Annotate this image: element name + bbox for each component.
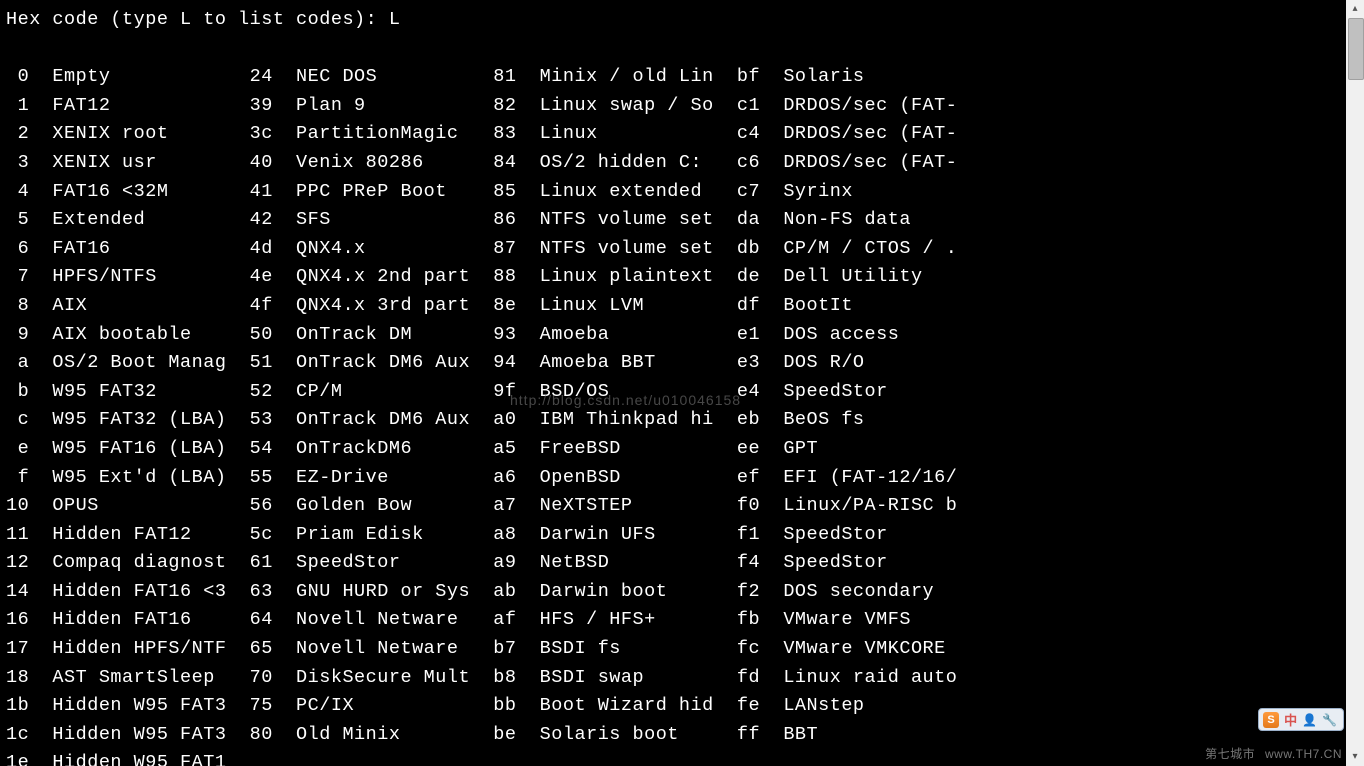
- partition-type-row: 7 HPFS/NTFS 4e QNX4.x 2nd part 88 Linux …: [6, 263, 1360, 292]
- scroll-thumb[interactable]: [1348, 18, 1364, 80]
- partition-type-row: e W95 FAT16 (LBA) 54 OnTrackDM6 a5 FreeB…: [6, 435, 1360, 464]
- scroll-down-button[interactable]: ▾: [1346, 748, 1364, 766]
- sogou-icon: S: [1263, 712, 1279, 728]
- partition-type-row: 2 XENIX root 3c PartitionMagic 83 Linux …: [6, 120, 1360, 149]
- partition-type-row: 14 Hidden FAT16 <3 63 GNU HURD or Sys ab…: [6, 578, 1360, 607]
- partition-type-row: a OS/2 Boot Manag 51 OnTrack DM6 Aux 94 …: [6, 349, 1360, 378]
- partition-type-row: 17 Hidden HPFS/NTF 65 Novell Netware b7 …: [6, 635, 1360, 664]
- partition-type-row: 6 FAT16 4d QNX4.x 87 NTFS volume set db …: [6, 235, 1360, 264]
- prompt-line: Hex code (type L to list codes): L: [6, 6, 1360, 35]
- partition-type-row: 10 OPUS 56 Golden Bow a7 NeXTSTEP f0 Lin…: [6, 492, 1360, 521]
- partition-type-row: 1b Hidden W95 FAT3 75 PC/IX bb Boot Wiza…: [6, 692, 1360, 721]
- ime-badge[interactable]: S 中 👤 🔧: [1258, 708, 1344, 731]
- blank-line: [6, 35, 1360, 64]
- partition-type-row: 8 AIX 4f QNX4.x 3rd part 8e Linux LVM df…: [6, 292, 1360, 321]
- ime-lang-label: 中: [1284, 710, 1297, 729]
- partition-type-row: 1e Hidden W95 FAT1: [6, 749, 1360, 766]
- partition-type-row: 9 AIX bootable 50 OnTrack DM 93 Amoeba e…: [6, 321, 1360, 350]
- footer-watermark: 第七城市 www.TH7.CN: [1205, 745, 1342, 762]
- partition-type-row: 1c Hidden W95 FAT3 80 Old Minix be Solar…: [6, 721, 1360, 750]
- scrollbar[interactable]: ▴ ▾: [1346, 0, 1364, 766]
- wrench-icon: 🔧: [1322, 713, 1337, 727]
- watermark-cn: 第七城市: [1205, 747, 1255, 761]
- terminal-output[interactable]: Hex code (type L to list codes): L 0 Emp…: [0, 0, 1364, 766]
- partition-type-row: b W95 FAT32 52 CP/M 9f BSD/OS e4 SpeedSt…: [6, 378, 1360, 407]
- scroll-up-button[interactable]: ▴: [1346, 0, 1364, 18]
- partition-type-row: c W95 FAT32 (LBA) 53 OnTrack DM6 Aux a0 …: [6, 406, 1360, 435]
- watermark-en: www.TH7.CN: [1265, 747, 1342, 761]
- partition-type-row: 0 Empty 24 NEC DOS 81 Minix / old Lin bf…: [6, 63, 1360, 92]
- partition-type-row: 5 Extended 42 SFS 86 NTFS volume set da …: [6, 206, 1360, 235]
- partition-type-row: 4 FAT16 <32M 41 PPC PReP Boot 85 Linux e…: [6, 178, 1360, 207]
- partition-type-row: f W95 Ext'd (LBA) 55 EZ-Drive a6 OpenBSD…: [6, 464, 1360, 493]
- partition-type-row: 11 Hidden FAT12 5c Priam Edisk a8 Darwin…: [6, 521, 1360, 550]
- partition-type-row: 1 FAT12 39 Plan 9 82 Linux swap / So c1 …: [6, 92, 1360, 121]
- partition-type-row: 18 AST SmartSleep 70 DiskSecure Mult b8 …: [6, 664, 1360, 693]
- partition-type-row: 3 XENIX usr 40 Venix 80286 84 OS/2 hidde…: [6, 149, 1360, 178]
- partition-type-row: 16 Hidden FAT16 64 Novell Netware af HFS…: [6, 606, 1360, 635]
- partition-type-row: 12 Compaq diagnost 61 SpeedStor a9 NetBS…: [6, 549, 1360, 578]
- person-icon: 👤: [1302, 713, 1317, 727]
